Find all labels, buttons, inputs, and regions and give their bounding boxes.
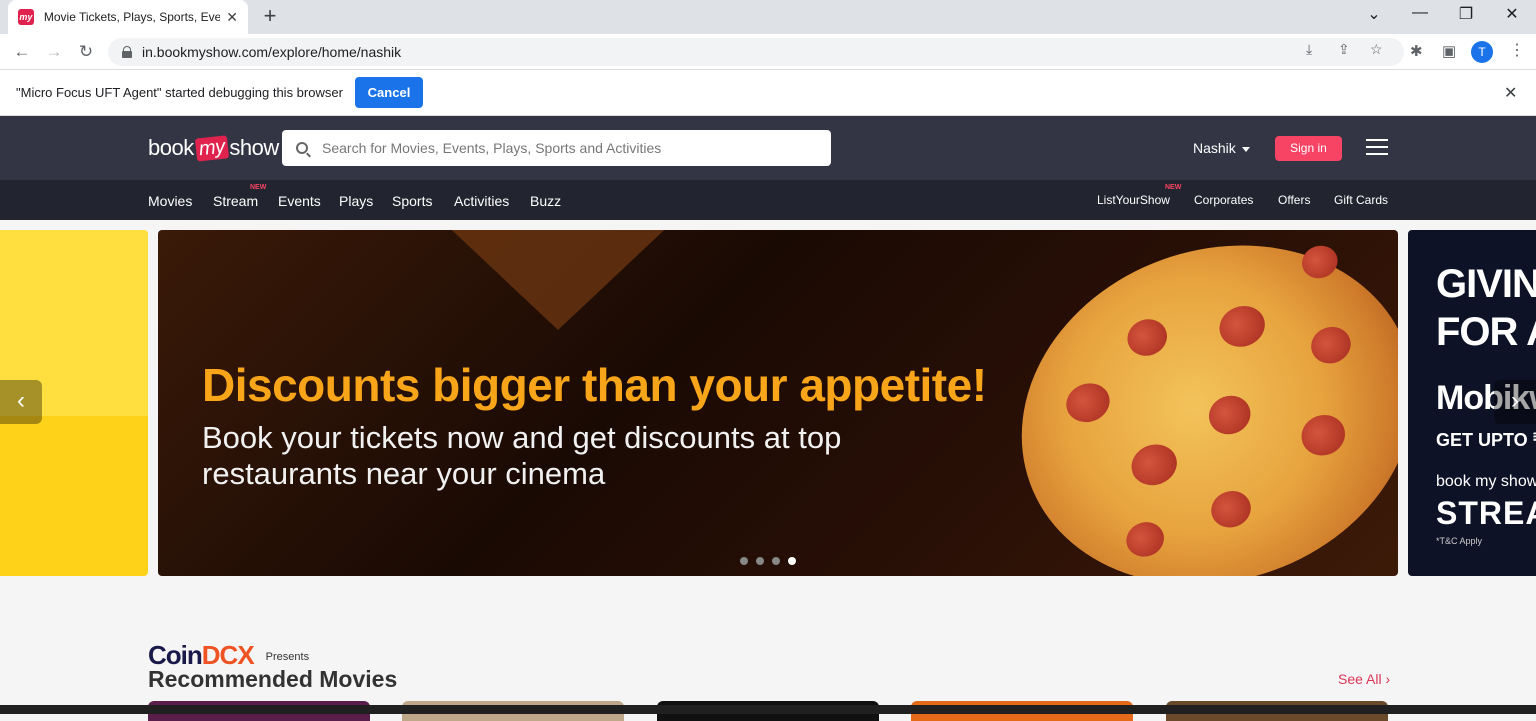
search-bar[interactable]: Search for Movies, Events, Plays, Sports…	[282, 130, 831, 166]
share-icon[interactable]: ⇪	[1338, 41, 1350, 58]
new-badge: NEW	[1165, 184, 1182, 191]
carousel-dots	[740, 557, 796, 565]
next-slide-stream: STREAM	[1436, 495, 1536, 531]
next-slide-line2: FOR ALL	[1436, 310, 1536, 354]
back-icon[interactable]: ←	[10, 40, 34, 64]
address-bar[interactable]: in.bookmyshow.com/explore/home/nashik	[108, 38, 1404, 66]
city-name: Nashik	[1193, 140, 1236, 156]
active-banner-slide[interactable]: Discounts bigger than your appetite! Boo…	[158, 230, 1398, 576]
bookmark-star-icon[interactable]: ☆	[1370, 41, 1383, 58]
carousel-dot[interactable]	[772, 557, 780, 565]
close-window-button[interactable]: ✕	[1497, 4, 1527, 24]
next-slide-offer: GET UPTO ₹200	[1436, 430, 1536, 450]
browser-menu-icon[interactable]: ⋮	[1509, 40, 1525, 60]
section-title: Recommended Movies	[148, 666, 398, 692]
recommended-section: CoinDCX Presents Recommended Movies See …	[0, 586, 1536, 721]
site-header: book my show Search for Movies, Events, …	[0, 116, 1536, 180]
carousel-dot-active[interactable]	[788, 557, 796, 565]
restore-button[interactable]: ❐	[1451, 4, 1481, 24]
nav-stream[interactable]: Stream NEW	[213, 184, 266, 209]
nav-events[interactable]: Events	[278, 193, 321, 209]
carousel-prev-arrow-icon[interactable]: ‹	[0, 380, 42, 424]
browser-toolbar: ← → ↻ in.bookmyshow.com/explore/home/nas…	[0, 34, 1536, 70]
profile-avatar[interactable]: T	[1471, 41, 1493, 63]
nav-buzz[interactable]: Buzz	[530, 193, 561, 209]
banner-decoration	[388, 230, 728, 330]
carousel-next-arrow-icon[interactable]: ›	[1494, 380, 1536, 424]
infobar-cancel-button[interactable]: Cancel	[355, 77, 423, 108]
see-all-link[interactable]: See All ›	[1338, 671, 1390, 687]
infobar-message: "Micro Focus UFT Agent" started debuggin…	[16, 85, 343, 100]
search-icon	[296, 142, 308, 154]
tab-title: Movie Tickets, Plays, Sports, Events & C…	[43, 10, 221, 24]
logo-my: my	[194, 134, 229, 162]
sub-navigation: Movies Stream NEW Events Plays Sports Ac…	[0, 180, 1536, 220]
logo-book: book	[148, 135, 194, 160]
carousel-dot[interactable]	[740, 557, 748, 565]
logo-show: show	[229, 135, 279, 160]
nav-plays[interactable]: Plays	[339, 193, 373, 209]
caret-down-icon	[1241, 146, 1250, 152]
nav-offers[interactable]: Offers	[1278, 193, 1310, 207]
signin-button[interactable]: Sign in	[1275, 136, 1342, 161]
tab-close-icon[interactable]: ✕	[226, 9, 238, 26]
lock-icon[interactable]	[122, 46, 132, 58]
forward-icon[interactable]: →	[42, 40, 66, 64]
nav-corporates[interactable]: Corporates	[1194, 193, 1253, 207]
nav-stream-label: Stream	[213, 193, 259, 209]
url-text[interactable]: in.bookmyshow.com/explore/home/nashik	[142, 44, 401, 60]
nav-sports[interactable]: Sports	[392, 193, 432, 209]
next-slide-tc: *T&C Apply	[1436, 536, 1483, 546]
city-selector[interactable]: Nashik	[1193, 140, 1250, 156]
reload-icon[interactable]: ↻	[74, 40, 98, 64]
browser-tabstrip: my Movie Tickets, Plays, Sports, Events …	[0, 0, 1536, 34]
banner-subtext: Book your tickets now and get discounts …	[202, 420, 842, 491]
new-badge: NEW	[250, 184, 267, 191]
nav-listyourshow[interactable]: ListYourShow NEW	[1097, 184, 1181, 207]
browser-tab[interactable]: my Movie Tickets, Plays, Sports, Events …	[8, 0, 248, 34]
nav-listyourshow-label: ListYourShow	[1097, 193, 1170, 207]
presents-label: Presents	[265, 651, 310, 663]
nav-activities[interactable]: Activities	[454, 193, 509, 209]
os-taskbar	[0, 705, 1536, 714]
banner-carousel: Discounts bigger than your appetite! Boo…	[0, 220, 1536, 586]
tab-search-icon[interactable]: ⌄	[1359, 4, 1389, 24]
install-icon[interactable]: ⤓	[1306, 41, 1312, 58]
infobar-close-icon[interactable]: ✕	[1504, 83, 1517, 103]
bookmyshow-favicon-icon: my	[18, 9, 34, 25]
search-placeholder[interactable]: Search for Movies, Events, Plays, Sports…	[322, 140, 661, 156]
next-slide-brand: book my show	[1436, 473, 1536, 490]
minimize-button[interactable]: —	[1405, 4, 1435, 22]
next-slide-line1: GIVING	[1436, 262, 1536, 306]
side-panel-icon[interactable]: ▣	[1442, 42, 1456, 60]
carousel-dot[interactable]	[756, 557, 764, 565]
hamburger-menu-icon[interactable]	[1366, 139, 1388, 155]
extensions-icon[interactable]: ✱	[1410, 42, 1423, 60]
banner-headline: Discounts bigger than your appetite!	[202, 359, 987, 411]
nav-movies[interactable]: Movies	[148, 193, 192, 209]
pizza-image	[973, 230, 1398, 576]
debug-infobar: "Micro Focus UFT Agent" started debuggin…	[0, 70, 1536, 116]
nav-gift-cards[interactable]: Gift Cards	[1334, 193, 1388, 207]
bookmyshow-logo[interactable]: book my show	[148, 132, 279, 164]
new-tab-button[interactable]: +	[258, 5, 282, 29]
